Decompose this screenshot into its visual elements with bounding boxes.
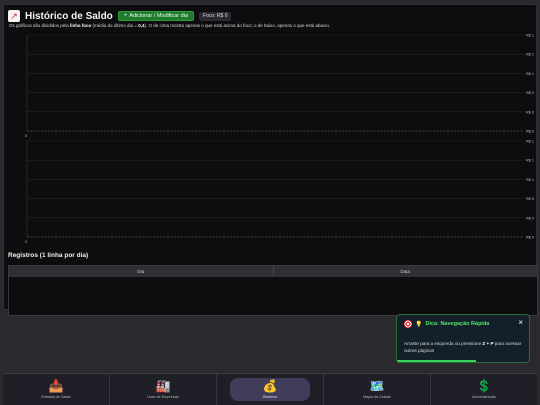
inbox-tray-icon: 📥 (48, 379, 64, 393)
dollar-icon: 💲 (476, 379, 492, 393)
toast-progress-bar (397, 360, 477, 362)
chart-2-y-tick-label: R$ 1 (526, 140, 534, 144)
nav-item-label: Entrada de Saldo (41, 395, 71, 399)
chart-2-y-tick-label: R$ 0 (526, 236, 534, 240)
nav-item-lista-de-empresas[interactable]: 🏭 Lista de Empresas (110, 374, 217, 405)
description-text-end: ). O de cima mostra apenas o que está ac… (144, 23, 331, 28)
chart-2-y-tick-label: R$ 0 (526, 216, 534, 220)
nav-item-label: Lista de Empresas (147, 395, 179, 399)
toast-header: 💡 Dica: Navegação Rápida (404, 320, 489, 328)
close-icon[interactable]: × (518, 318, 523, 327)
page-title: Histórico de Saldo (25, 10, 113, 22)
add-modify-day-button[interactable]: + Adicionar / Modificar dia (117, 11, 195, 21)
map-icon: 🗺️ (369, 379, 385, 393)
chart-2-y-tick-label: R$ 1 (526, 178, 534, 182)
chart-2-y-tick-label: R$ 0 (526, 197, 534, 201)
chart-2-y-tick-label: R$ 1 (526, 159, 534, 163)
nav-item-administra-o[interactable]: 💲 Administração (431, 374, 537, 405)
chart-1-y-tick-label: R$ 0 (526, 130, 534, 134)
chart-1-y-tick-label: R$ 1 (526, 72, 534, 76)
factory-icon: 🏭 (155, 379, 171, 393)
description-bold: linha foco (70, 23, 92, 28)
nav-item-label: Histórico (262, 395, 278, 399)
nav-item-entrada-de-saldo[interactable]: 📥 Entrada de Saldo (3, 374, 110, 405)
target-icon (404, 320, 412, 328)
plus-icon: + (123, 13, 128, 19)
balance-charts: R$ 1 R$ 1 R$ 1 R$ 0 R$ 0 R$ 0 0 R$ 1 R$ 1 R$ 1 R$ … (25, 34, 534, 245)
money-bag-icon: 💰 (262, 379, 278, 393)
records-table: Dia Data (8, 265, 538, 316)
chart-1-y-tick-label: R$ 1 (526, 53, 534, 57)
charts-area: R$ 1 R$ 1 R$ 1 R$ 0 R$ 0 R$ 0 0 R$ 1 R$ 1 R$ 1 R$ … (5, 31, 537, 247)
column-header-dia[interactable]: Dia (9, 266, 273, 277)
chart-1-y-tick-label: R$ 0 (526, 110, 534, 114)
nav-item-mapa-da-cidade[interactable]: 🗺️ Mapa da Cidade (324, 374, 431, 405)
table-header: Dia Data (9, 266, 537, 277)
description-text: Os gráficos são divididos pela (9, 23, 71, 28)
toast-body: Arraste para a esquerda ou pressione Z +… (404, 340, 526, 354)
nav-item-hist-rico[interactable]: 💰 Histórico (217, 374, 324, 405)
chart-1-x-tick-label: 0 (25, 134, 27, 138)
column-header-data[interactable]: Data (272, 266, 538, 277)
description-text-mid: (média do último dia = (91, 23, 139, 28)
chart-description: Os gráficos são divididos pela linha foc… (9, 23, 330, 28)
chart-1-y-tick-label: R$ 0 (526, 91, 534, 95)
tip-toast: 💡 Dica: Navegação Rápida × Arraste para … (396, 314, 530, 363)
add-modify-day-label: Adicionar / Modificar dia (129, 13, 189, 19)
lightbulb-icon: 💡 (415, 321, 423, 328)
table-body (9, 277, 537, 315)
chart-1-y-tick-label: R$ 1 (526, 34, 534, 38)
chart-2-x-tick-label: 0 (25, 240, 27, 244)
balance-history-panel: ↗ Histórico de Saldo + Adicionar / Modif… (3, 4, 538, 316)
toast-shortcut: Z + P (482, 341, 494, 346)
nav-item-label: Administração (471, 395, 497, 399)
toast-title: Dica: Navegação Rápida (425, 321, 490, 327)
records-title: Registros (1 linha por dia) (8, 252, 89, 259)
focus-badge: Foco: R$ 0 (199, 11, 232, 21)
header: ↗ Histórico de Saldo + Adicionar / Modif… (8, 9, 232, 23)
nav-item-label: Mapa da Cidade (363, 395, 391, 399)
chart-up-icon: ↗ (8, 10, 20, 22)
bottom-navigation: 📥 Entrada de Saldo 🏭 Lista de Empresas 💰 Hist… (3, 373, 537, 405)
toast-body-text: Arraste para a esquerda ou pressione (404, 341, 483, 346)
